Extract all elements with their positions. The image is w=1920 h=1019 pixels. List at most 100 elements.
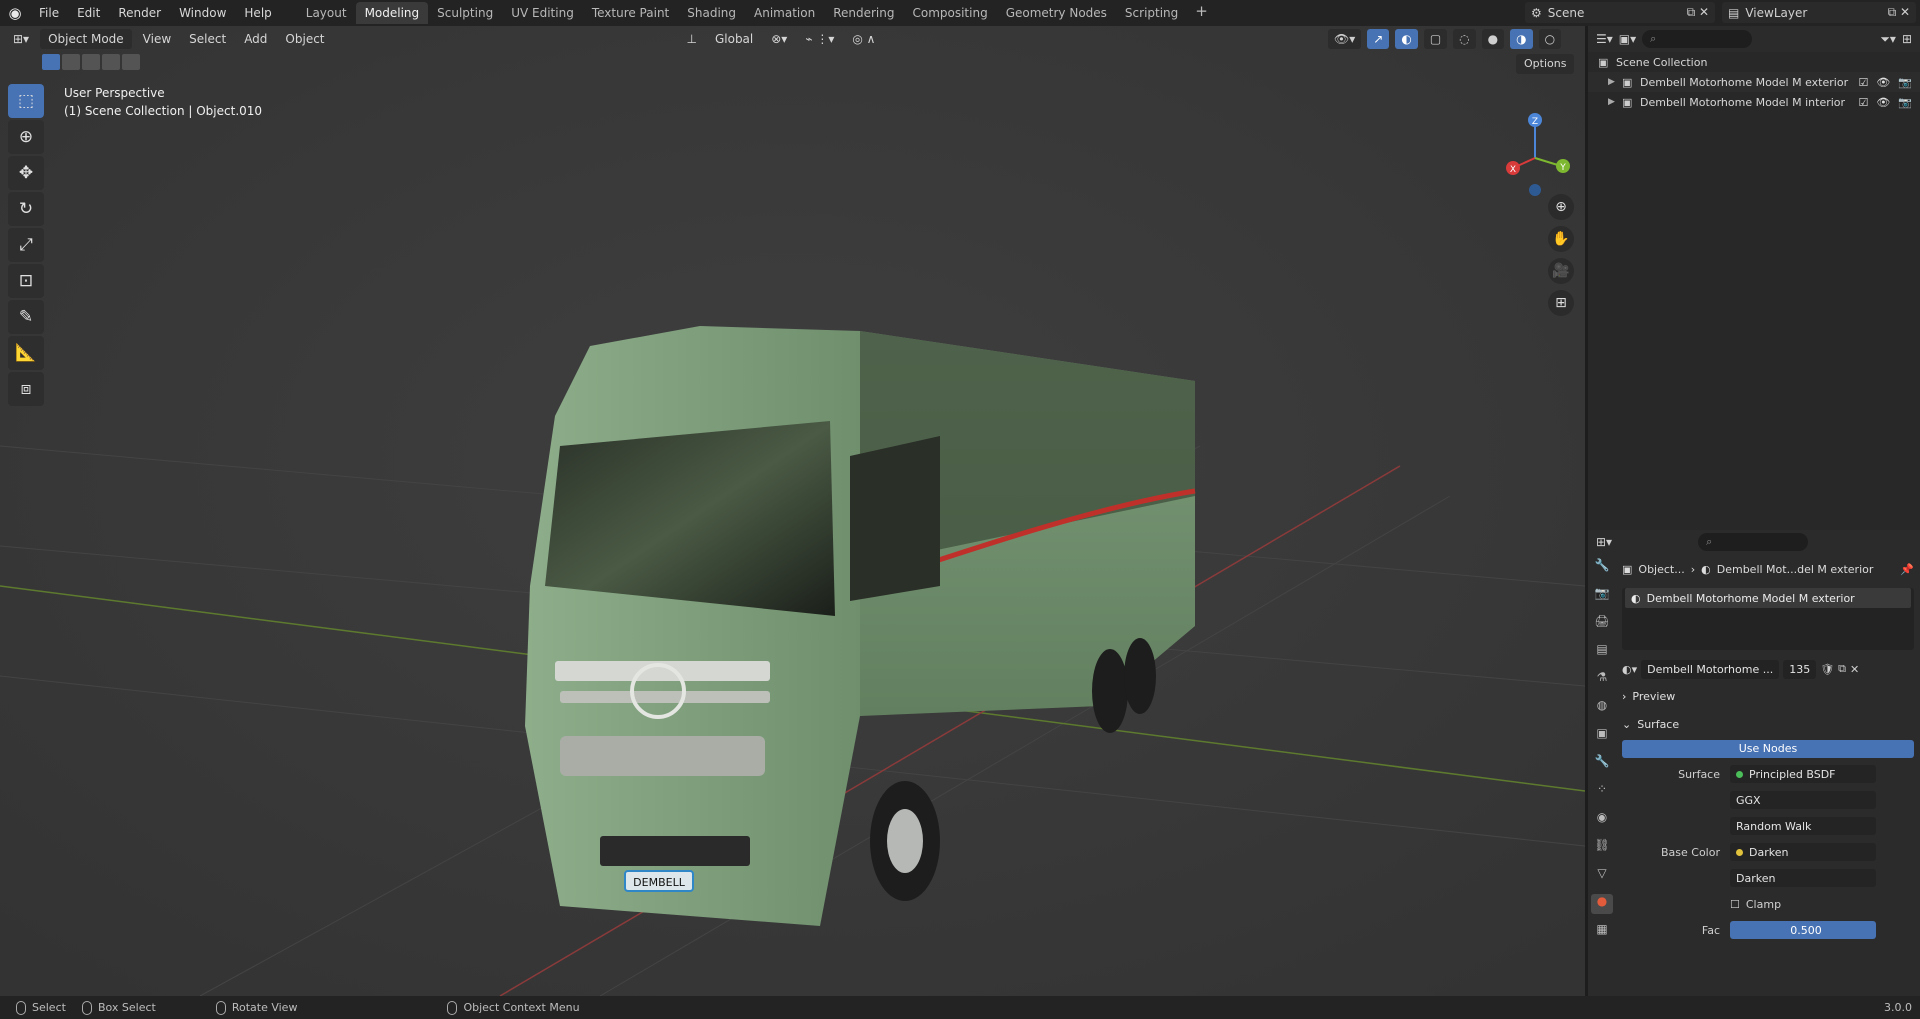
scene-tab-icon[interactable]: ⚗: [1591, 670, 1613, 690]
zoom-icon[interactable]: ⊕: [1548, 194, 1574, 220]
pin-icon[interactable]: 📌: [1900, 563, 1914, 576]
mode-select[interactable]: Object Mode: [40, 29, 132, 49]
select-subtract-icon[interactable]: [82, 54, 100, 70]
xray-icon[interactable]: ▢: [1423, 29, 1448, 49]
unlink-icon[interactable]: ✕: [1850, 663, 1859, 676]
render-tab-icon[interactable]: 📷: [1591, 586, 1613, 606]
transform-tool-icon[interactable]: ⊡: [8, 264, 44, 298]
blend-mode-select[interactable]: Darken: [1730, 869, 1876, 887]
expand-arrow-icon[interactable]: ▶: [1608, 77, 1622, 87]
eye-icon[interactable]: 👁: [1876, 76, 1890, 89]
data-tab-icon[interactable]: ▽: [1591, 866, 1613, 886]
constraints-tab-icon[interactable]: ⛓: [1591, 838, 1613, 858]
clamp-checkbox[interactable]: ☐: [1730, 898, 1740, 911]
checkbox-icon[interactable]: ☑: [1858, 96, 1868, 109]
rotate-tool-icon[interactable]: ↻: [8, 192, 44, 226]
tab-shading[interactable]: Shading: [678, 2, 745, 24]
texture-tab-icon[interactable]: ▦: [1591, 922, 1613, 942]
tab-layout[interactable]: Layout: [297, 2, 356, 24]
base-color-field[interactable]: Darken: [1730, 843, 1876, 861]
measure-tool-icon[interactable]: 📐: [8, 336, 44, 370]
material-tab-icon[interactable]: ●: [1591, 894, 1613, 914]
add-cube-tool-icon[interactable]: ⧈: [8, 372, 44, 406]
tab-modeling[interactable]: Modeling: [355, 2, 429, 24]
tab-scripting[interactable]: Scripting: [1116, 2, 1187, 24]
copy-icon[interactable]: ⧉ ✕: [1888, 5, 1916, 20]
navigation-gizmo[interactable]: Z X Y: [1495, 110, 1575, 200]
cursor-tool-icon[interactable]: ⊕: [8, 120, 44, 154]
select-invert-icon[interactable]: [102, 54, 120, 70]
tab-sculpting[interactable]: Sculpting: [428, 2, 502, 24]
ortho-toggle-icon[interactable]: ⊞: [1548, 290, 1574, 316]
move-tool-icon[interactable]: ✥: [8, 156, 44, 190]
scene-collection-row[interactable]: ▣ Scene Collection: [1588, 52, 1920, 72]
surface-shader-field[interactable]: Principled BSDF: [1730, 765, 1876, 783]
menu-view[interactable]: View: [136, 29, 178, 49]
proportional-edit-icon[interactable]: ◎ ∧: [845, 29, 882, 49]
tool-tab-icon[interactable]: 🔧: [1591, 558, 1613, 578]
particles-tab-icon[interactable]: ⁘: [1591, 782, 1613, 802]
pivot-icon[interactable]: ⊗▾: [764, 29, 794, 49]
eye-icon[interactable]: 👁: [1876, 96, 1890, 109]
add-workspace-button[interactable]: +: [1187, 2, 1216, 24]
physics-tab-icon[interactable]: ◉: [1591, 810, 1613, 830]
select-intersect-icon[interactable]: [122, 54, 140, 70]
fake-user-icon[interactable]: 🛡: [1820, 663, 1834, 676]
material-slot[interactable]: ◐ Dembell Motorhome Model M exterior: [1625, 588, 1911, 608]
menu-edit[interactable]: Edit: [68, 2, 109, 24]
menu-render[interactable]: Render: [109, 2, 170, 24]
menu-select[interactable]: Select: [182, 29, 233, 49]
outliner-row-exterior[interactable]: ▶ ▣ Dembell Motorhome Model M exterior ☑…: [1588, 72, 1920, 92]
preview-section[interactable]: › Preview: [1622, 684, 1914, 708]
annotate-tool-icon[interactable]: ✎: [8, 300, 44, 334]
filter-icon[interactable]: ⏷▾: [1880, 32, 1896, 47]
rendered-shading-icon[interactable]: ○: [1538, 29, 1562, 49]
new-collection-icon[interactable]: ⊞: [1902, 32, 1920, 46]
distribution-select[interactable]: GGX: [1730, 791, 1876, 809]
select-new-icon[interactable]: [42, 54, 60, 70]
snap-icon[interactable]: ⌁ ⋮▾: [798, 29, 841, 49]
tab-texture-paint[interactable]: Texture Paint: [583, 2, 678, 24]
material-name-field[interactable]: Dembell Motorhome ...: [1641, 659, 1780, 679]
pan-hand-icon[interactable]: ✋: [1548, 226, 1574, 252]
outliner-row-interior[interactable]: ▶ ▣ Dembell Motorhome Model M interior ☑…: [1588, 92, 1920, 112]
camera-icon[interactable]: 📷: [1898, 96, 1912, 109]
overlay-toggle-icon[interactable]: ◐: [1395, 29, 1418, 49]
world-tab-icon[interactable]: ◍: [1591, 698, 1613, 718]
menu-add[interactable]: Add: [237, 29, 274, 49]
menu-window[interactable]: Window: [170, 2, 235, 24]
view-layer-tab-icon[interactable]: ▤: [1591, 642, 1613, 662]
material-browse-icon[interactable]: ◐▾: [1622, 663, 1637, 676]
output-tab-icon[interactable]: 🖨: [1591, 614, 1613, 634]
editor-type-icon[interactable]: ⊞▾: [6, 29, 36, 49]
3d-viewport[interactable]: DEMBELL ⊞▾ Object Mode View Select Add O…: [0, 26, 1585, 996]
menu-help[interactable]: Help: [235, 2, 280, 24]
modifier-tab-icon[interactable]: 🔧: [1591, 754, 1613, 774]
select-extend-icon[interactable]: [62, 54, 80, 70]
fac-slider[interactable]: 0.500: [1730, 921, 1876, 939]
surface-section[interactable]: ⌄ Surface: [1622, 712, 1914, 736]
solid-shading-icon[interactable]: ●: [1481, 29, 1505, 49]
tab-rendering[interactable]: Rendering: [824, 2, 903, 24]
material-shading-icon[interactable]: ◑: [1510, 29, 1533, 49]
use-nodes-button[interactable]: Use Nodes: [1622, 740, 1914, 758]
material-users-count[interactable]: 135: [1783, 659, 1817, 679]
visibility-icon[interactable]: 👁▾: [1328, 29, 1362, 49]
menu-file[interactable]: File: [30, 2, 68, 24]
expand-arrow-icon[interactable]: ▶: [1608, 97, 1622, 107]
scale-tool-icon[interactable]: ⤢: [8, 228, 44, 262]
camera-icon[interactable]: 📷: [1898, 76, 1912, 89]
blender-logo-icon[interactable]: ◉: [0, 4, 30, 22]
tab-animation[interactable]: Animation: [745, 2, 824, 24]
subsurface-method-select[interactable]: Random Walk: [1730, 817, 1876, 835]
properties-search-input[interactable]: ⌕: [1698, 533, 1809, 551]
copy-icon[interactable]: ⧉ ✕: [1687, 5, 1715, 20]
tab-compositing[interactable]: Compositing: [903, 2, 996, 24]
outliner-search-input[interactable]: ⌕: [1642, 30, 1753, 48]
select-box-tool-icon[interactable]: ⬚: [8, 84, 44, 118]
material-slot-list[interactable]: ◐ Dembell Motorhome Model M exterior: [1622, 588, 1914, 650]
wireframe-shading-icon[interactable]: ◌: [1453, 29, 1476, 49]
transform-orientation-select[interactable]: Global: [708, 29, 760, 49]
scene-selector[interactable]: ⚙ Scene ⧉ ✕: [1525, 2, 1715, 23]
view-layer-selector[interactable]: ▤ ViewLayer ⧉ ✕: [1722, 2, 1916, 23]
